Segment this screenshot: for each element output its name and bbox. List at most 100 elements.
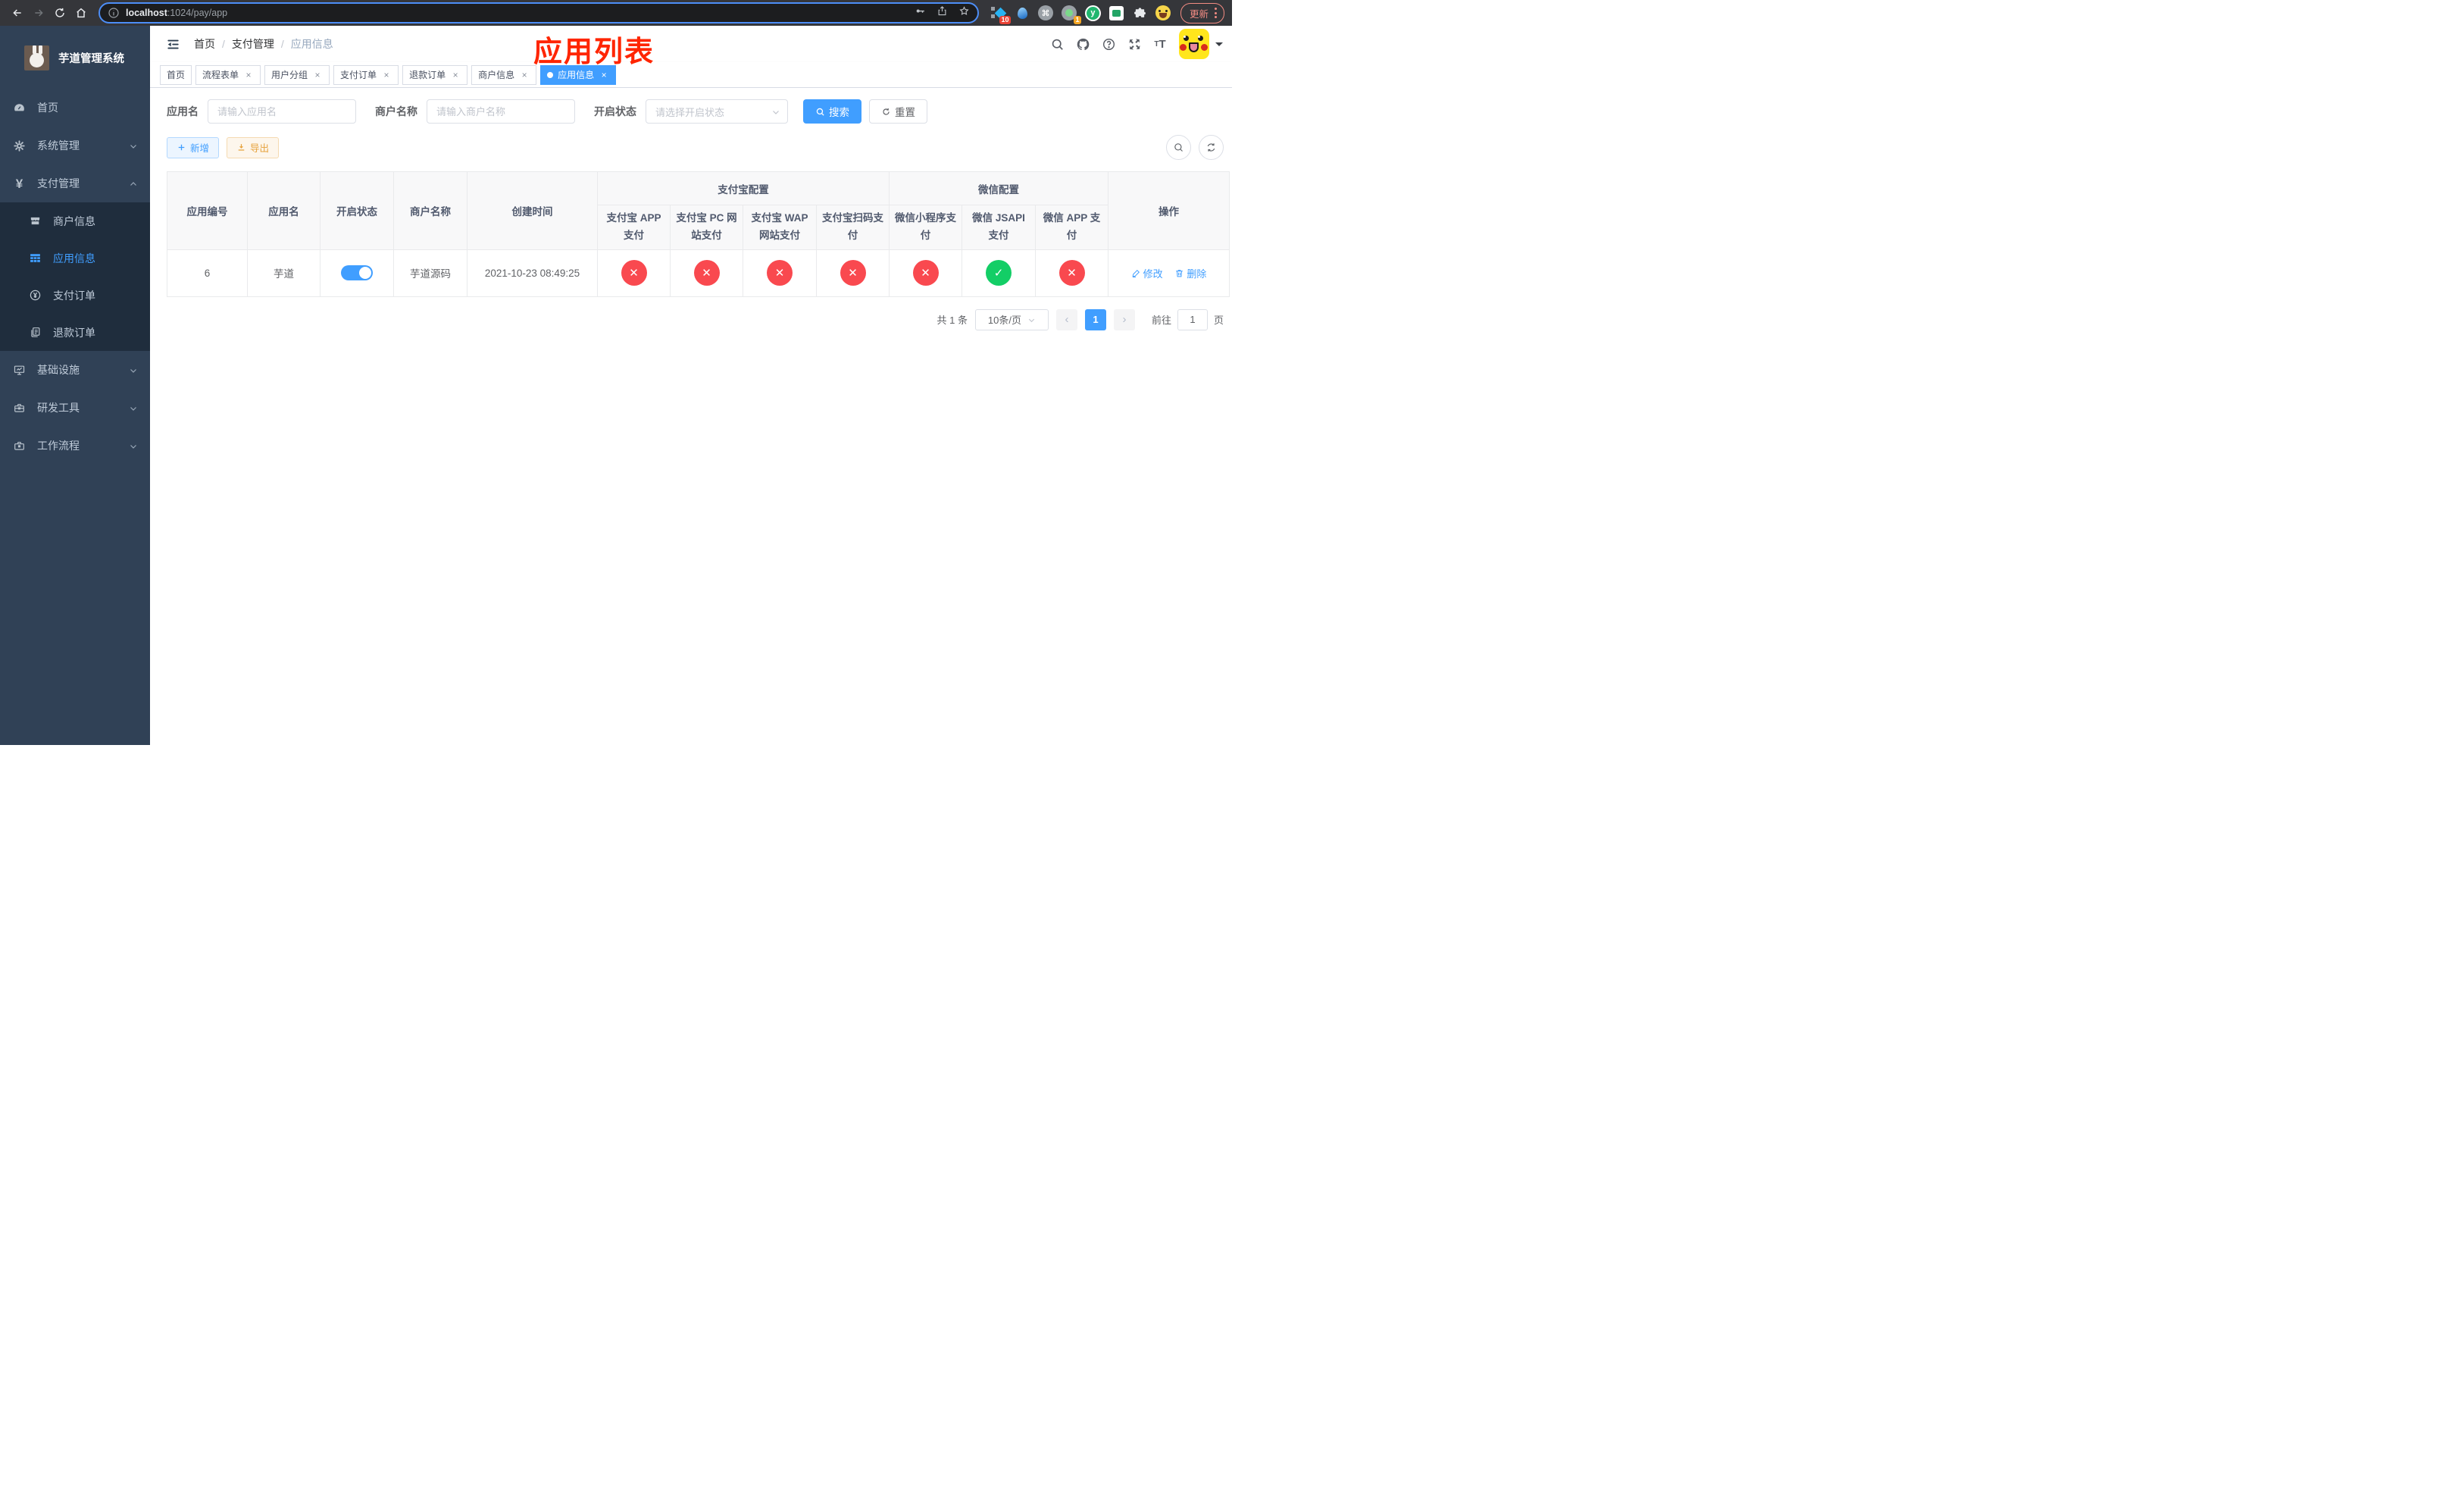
col-alipay-wap: 支付宝 WAP 网站支付 xyxy=(743,205,817,250)
profile-avatar-icon[interactable] xyxy=(1155,5,1171,21)
address-bar[interactable]: localhost:1024/pay/app xyxy=(98,2,979,23)
sidebar-logo[interactable]: 芋道管理系统 xyxy=(24,45,150,70)
sidebar-item-label: 退款订单 xyxy=(53,326,95,339)
prev-page-button[interactable]: ‹ xyxy=(1055,308,1077,330)
next-page-button[interactable]: › xyxy=(1113,308,1135,330)
close-icon[interactable]: × xyxy=(450,70,461,80)
col-merchant: 商户名称 xyxy=(393,171,467,250)
filter-form: 应用名 商户名称 开启状态 请选择开启状态 搜索 xyxy=(167,99,1224,124)
reload-icon[interactable] xyxy=(50,3,70,23)
browser-menu-icon[interactable] xyxy=(1215,8,1217,18)
tab-merchant-info[interactable]: 商户信息 × xyxy=(471,64,537,85)
site-info-icon[interactable] xyxy=(108,7,120,19)
logo-rabbit-image xyxy=(24,45,49,70)
col-app-name: 应用名 xyxy=(247,171,321,250)
tab-home[interactable]: 首页 xyxy=(160,64,192,85)
col-wechat-mini: 微信小程序支付 xyxy=(889,205,962,250)
tab-user-group[interactable]: 用户分组 × xyxy=(264,64,330,85)
edit-link[interactable]: 修改 xyxy=(1131,266,1163,280)
sidebar-item-dev-tools[interactable]: 研发工具 xyxy=(0,389,150,427)
sidebar-item-app-info[interactable]: 应用信息 xyxy=(0,239,150,277)
search-button[interactable]: 搜索 xyxy=(803,99,861,124)
tab-app-info[interactable]: 应用信息 × xyxy=(540,64,617,85)
sidebar-item-workflow[interactable]: 工作流程 xyxy=(0,427,150,465)
app-name-label: 应用名 xyxy=(167,105,199,117)
merchant-name-input[interactable] xyxy=(427,99,575,124)
table-row: 6 芋道 芋道源码 2021-10-23 08:49:25 ✕ ✕ ✕ ✕ ✕ … xyxy=(167,249,1230,297)
bookmark-star-icon[interactable] xyxy=(958,5,970,20)
extension-y-icon[interactable]: y xyxy=(1084,5,1101,21)
header-search-icon[interactable] xyxy=(1044,31,1070,57)
github-icon[interactable] xyxy=(1070,31,1096,57)
chevron-down-icon xyxy=(771,108,780,117)
extension-balloon-icon[interactable] xyxy=(1015,5,1030,21)
tab-refund-orders[interactable]: 退款订单 × xyxy=(402,64,468,85)
refresh-button[interactable] xyxy=(1199,135,1224,160)
status-toggle[interactable] xyxy=(341,265,373,281)
sidebar-item-payment[interactable]: ¥ 支付管理 xyxy=(0,164,150,202)
close-icon[interactable]: × xyxy=(312,70,323,80)
tab-pay-orders[interactable]: 支付订单 × xyxy=(333,64,399,85)
user-avatar[interactable] xyxy=(1179,29,1209,59)
app-name-input[interactable] xyxy=(208,99,356,124)
sidebar-item-label: 支付管理 xyxy=(37,177,80,189)
group-alipay-config: 支付宝配置 xyxy=(597,171,890,205)
col-alipay-pc: 支付宝 PC 网站支付 xyxy=(670,205,743,250)
sidebar-item-label: 商户信息 xyxy=(53,214,95,227)
yen-circle-icon xyxy=(29,289,42,302)
avatar-caret-icon[interactable] xyxy=(1215,42,1223,50)
sidebar: 芋道管理系统 首页 系统管理 ¥ 支付管理 商户信息 应用信息 支付订单 退款订… xyxy=(0,26,150,745)
forward-icon[interactable] xyxy=(29,3,48,23)
add-button[interactable]: 新增 xyxy=(167,136,220,158)
sidebar-item-merchant-info[interactable]: 商户信息 xyxy=(0,202,150,239)
export-button[interactable]: 导出 xyxy=(227,136,280,158)
cell-merchant: 芋道源码 xyxy=(393,249,467,297)
sidebar-item-system[interactable]: 系统管理 xyxy=(0,127,150,164)
close-icon[interactable]: × xyxy=(381,70,392,80)
tab-process-form[interactable]: 流程表单 × xyxy=(195,64,261,85)
breadcrumb-home[interactable]: 首页 xyxy=(194,36,215,52)
reset-button[interactable]: 重置 xyxy=(869,99,927,124)
breadcrumb-payment[interactable]: 支付管理 xyxy=(232,36,274,52)
extension-pinned-icon[interactable]: 10 xyxy=(990,5,1011,24)
cell-created: 2021-10-23 08:49:25 xyxy=(467,249,598,297)
close-icon[interactable]: × xyxy=(519,70,530,80)
fullscreen-icon[interactable] xyxy=(1121,31,1147,57)
gear-icon xyxy=(13,139,26,152)
chevron-down-icon xyxy=(129,365,138,374)
col-alipay-qr: 支付宝扫码支付 xyxy=(816,205,890,250)
extension-badge: 10 xyxy=(999,15,1011,24)
extension-chat-icon[interactable] xyxy=(1108,5,1124,21)
yen-icon: ¥ xyxy=(15,176,23,191)
extension-badge-2: 1 xyxy=(1073,15,1081,24)
browser-update-button[interactable]: 更新 xyxy=(1180,2,1224,23)
sidebar-item-infrastructure[interactable]: 基础设施 xyxy=(0,351,150,389)
back-icon[interactable] xyxy=(8,3,27,23)
close-icon[interactable]: × xyxy=(243,70,254,80)
close-icon[interactable]: × xyxy=(599,70,609,80)
table-toolbar: 新增 导出 xyxy=(167,135,1224,160)
sidebar-item-home[interactable]: 首页 xyxy=(0,89,150,127)
share-icon[interactable] xyxy=(937,5,948,20)
monitor-chart-icon xyxy=(13,364,26,377)
goto-page-input[interactable] xyxy=(1177,308,1208,330)
page-size-select[interactable]: 10条/页 xyxy=(974,308,1049,330)
extensions-puzzle-icon[interactable] xyxy=(1132,5,1148,21)
sidebar-fold-icon[interactable] xyxy=(159,30,186,58)
help-icon[interactable] xyxy=(1096,31,1121,57)
password-key-icon[interactable] xyxy=(915,5,926,20)
font-size-icon[interactable]: TT xyxy=(1147,31,1173,57)
browser-toolbar: localhost:1024/pay/app 10 1 y 更新 xyxy=(0,0,1232,26)
sidebar-item-label: 支付订单 xyxy=(53,289,95,302)
extension-recorder-icon[interactable]: 1 xyxy=(1062,5,1081,24)
page-1-button[interactable]: 1 xyxy=(1084,308,1106,330)
sidebar-item-pay-orders[interactable]: 支付订单 xyxy=(0,277,150,314)
status-select[interactable]: 请选择开启状态 xyxy=(646,99,788,124)
home-icon[interactable] xyxy=(71,3,91,23)
cell-app-id: 6 xyxy=(167,249,248,297)
extension-command-icon[interactable] xyxy=(1038,5,1054,21)
show-search-button[interactable] xyxy=(1166,135,1191,160)
delete-link[interactable]: 删除 xyxy=(1174,266,1206,280)
sidebar-item-refund-orders[interactable]: 退款订单 xyxy=(0,314,150,351)
col-wechat-app: 微信 APP 支付 xyxy=(1034,205,1109,250)
